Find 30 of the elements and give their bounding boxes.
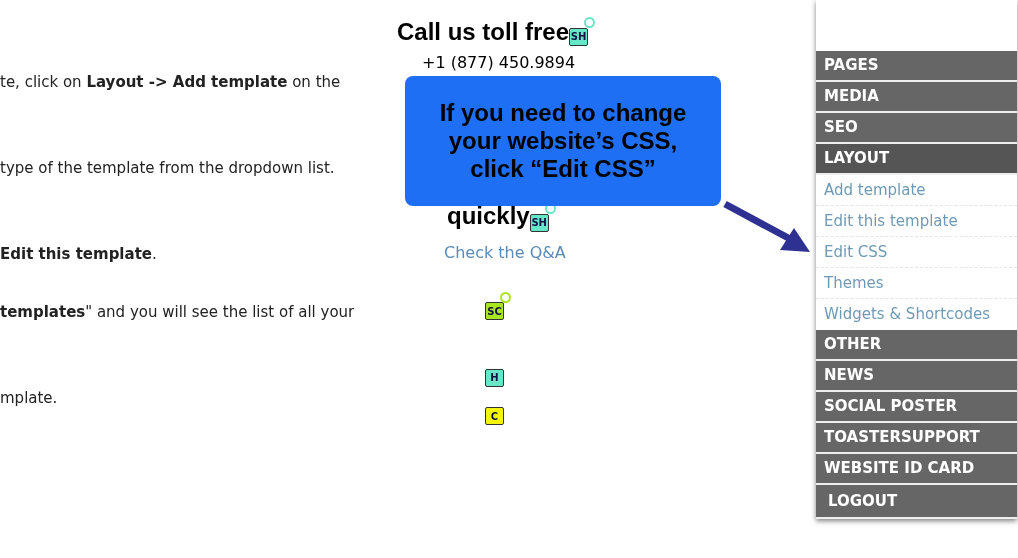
menu-section[interactable]: NEWS <box>816 361 1017 392</box>
shortcode-badge: C <box>485 407 504 425</box>
shortcode-badge: SH <box>529 213 549 232</box>
submenu-link[interactable]: Add template <box>816 175 1017 206</box>
text-line: type of the template from the dropdown list. <box>0 158 336 178</box>
qa-link[interactable]: Check the Q&A <box>444 241 566 265</box>
menu-section[interactable]: TOASTERSUPPORT <box>816 423 1017 454</box>
menu-section[interactable]: OTHER <box>816 330 1017 361</box>
text-line: mplate. <box>0 388 59 408</box>
phone-number: +1 (877) 450.9894 <box>422 53 576 73</box>
text-line: te, click on Layout -> Add template on the <box>0 72 342 92</box>
arrow-icon <box>722 200 812 254</box>
menu-section[interactable]: LAYOUT <box>816 144 1017 175</box>
shortcode-badge: SC <box>485 302 504 320</box>
text-line: templates" and you will see the list of all your <box>0 302 356 322</box>
menu-section[interactable]: MEDIA <box>816 82 1017 113</box>
menu-section[interactable]: WEBSITE ID CARD <box>816 454 1017 485</box>
submenu-link[interactable]: Edit CSS <box>816 237 1017 268</box>
submenu-link[interactable]: Widgets & Shortcodes <box>816 299 1017 330</box>
submenu-link[interactable]: Themes <box>816 268 1017 299</box>
text-line: Edit this template. <box>0 244 158 264</box>
menu-section[interactable]: SEO <box>816 113 1017 144</box>
menu-section[interactable]: SOCIAL POSTER <box>816 392 1017 423</box>
shortcode-badge: H <box>485 368 504 387</box>
submenu-link[interactable]: Edit this template <box>816 206 1017 237</box>
contact-heading: Call us toll free <box>397 17 570 47</box>
callout-box: If you need to change your website’s CSS, click “Edit CSS” <box>405 76 721 206</box>
menu-section[interactable]: PAGES <box>816 51 1017 82</box>
menu-section[interactable]: LOGOUT <box>816 485 1017 519</box>
shortcode-badge: SH <box>569 27 589 46</box>
